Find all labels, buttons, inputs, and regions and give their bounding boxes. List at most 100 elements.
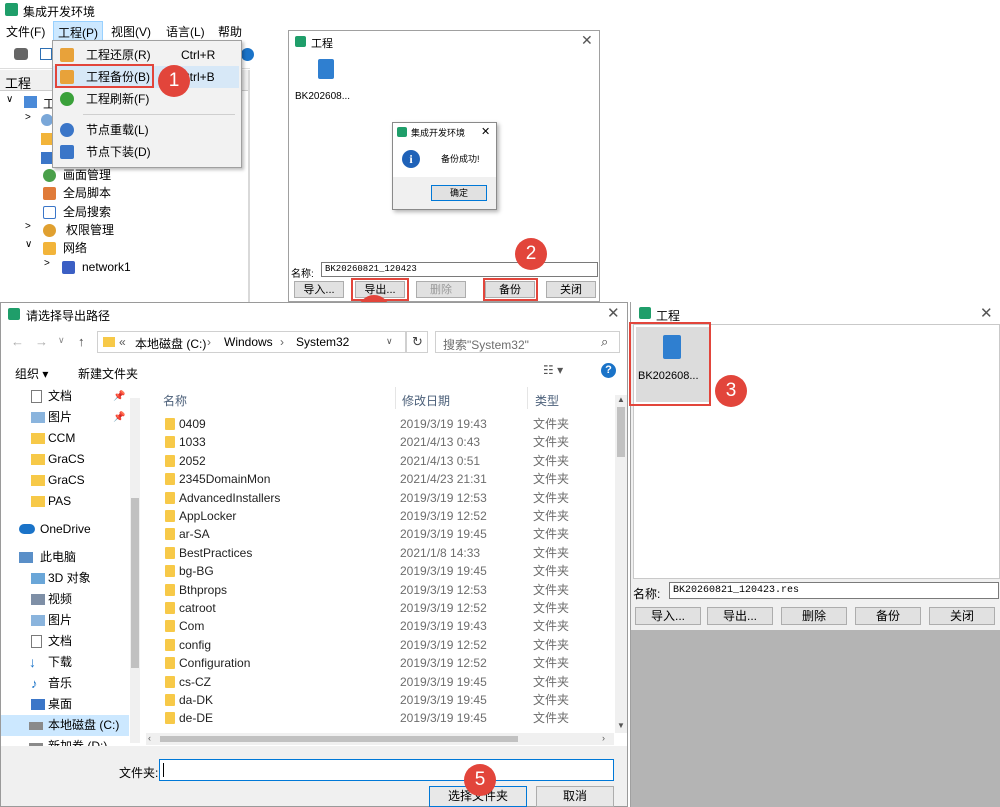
table-row[interactable]: 2345DomainMon 2021/4/23 21:31 文件夹 [159, 470, 625, 488]
folder-input[interactable] [159, 759, 614, 781]
expand-chevron-icon[interactable]: > [25, 112, 31, 123]
view-options-icon[interactable]: ☷ ▾ [543, 363, 563, 377]
table-row[interactable]: 1033 2021/4/13 0:43 文件夹 [159, 433, 625, 451]
scroll-right-icon[interactable]: › [602, 733, 605, 743]
nav-item-gracs-1[interactable]: GraCS [1, 449, 129, 470]
forward-arrow-icon[interactable]: → [35, 334, 48, 349]
menu-file[interactable]: 文件(F) [6, 23, 45, 40]
nav-item-desktop[interactable]: 桌面 [1, 694, 129, 715]
nav-item-local-disk[interactable]: 本地磁盘 (C:) [1, 715, 129, 736]
export-button[interactable]: 导出... [707, 607, 773, 625]
column-modified[interactable]: 修改日期 [402, 392, 450, 409]
table-row[interactable]: BestPractices 2021/1/8 14:33 文件夹 [159, 544, 625, 562]
table-row[interactable]: Com 2019/3/19 19:43 文件夹 [159, 617, 625, 635]
collapse-chevron-icon[interactable]: ∨ [6, 94, 13, 105]
scroll-up-icon[interactable]: ▲ [617, 395, 625, 404]
menu-language[interactable]: 语言(L) [166, 23, 205, 40]
menu-item-reload-node[interactable]: 节点重载(L) [53, 119, 239, 141]
close-icon[interactable]: ✕ [481, 125, 490, 138]
backup-file-label[interactable]: BK202608... [295, 91, 350, 102]
address-overflow[interactable]: « [119, 335, 126, 349]
nav-item-new-volume[interactable]: 新加卷 (D:) [1, 736, 129, 746]
nav-item-pictures-2[interactable]: 图片 [1, 610, 129, 631]
address-segment-windows[interactable]: Windows [224, 335, 273, 349]
nav-item-ccm[interactable]: CCM [1, 428, 129, 449]
close-icon[interactable]: ✕ [607, 304, 620, 322]
file-list-hscrollbar-thumb[interactable] [160, 736, 518, 742]
address-segment-system32[interactable]: System32 [296, 335, 349, 349]
file-list-scrollbar-thumb[interactable] [617, 407, 625, 457]
close-button[interactable]: 关闭 [546, 281, 596, 298]
name-input[interactable]: BK20260821_120423 [321, 262, 598, 277]
nav-scrollbar-thumb[interactable] [131, 498, 139, 668]
nav-scrollbar[interactable] [130, 398, 140, 743]
pin-icon[interactable]: 📌 [113, 407, 125, 428]
file-list-scrollbar[interactable]: ▲ ▼ [615, 395, 627, 733]
nav-item-onedrive[interactable]: OneDrive [1, 519, 129, 540]
close-button[interactable]: 关闭 [929, 607, 995, 625]
table-row[interactable]: 0409 2019/3/19 19:43 文件夹 [159, 415, 625, 433]
help-icon[interactable]: ? [601, 363, 616, 378]
nav-item-documents-2[interactable]: 文档 [1, 631, 129, 652]
table-icon[interactable] [40, 48, 52, 60]
scroll-left-icon[interactable]: ‹ [148, 733, 151, 743]
nav-item-documents[interactable]: 文档 📌 [1, 386, 129, 407]
delete-button[interactable]: 删除 [781, 607, 847, 625]
help-icon[interactable] [241, 48, 254, 61]
nav-item-music[interactable]: ♪ 音乐 [1, 673, 129, 694]
column-name[interactable]: 名称 [163, 392, 187, 409]
binoculars-icon[interactable] [14, 48, 28, 60]
refresh-button[interactable]: ↻ [406, 331, 428, 353]
nav-item-3d-objects[interactable]: 3D 对象 [1, 568, 129, 589]
new-folder-button[interactable]: 新建文件夹 [78, 365, 138, 382]
backup-file-icon[interactable] [318, 59, 334, 79]
search-box[interactable]: 搜索"System32" ⌕ [435, 331, 620, 353]
up-arrow-icon[interactable]: ↑ [78, 334, 85, 349]
column-type[interactable]: 类型 [535, 392, 559, 409]
nav-item-this-pc[interactable]: 此电脑 [1, 547, 129, 568]
nav-item-videos[interactable]: 视频 [1, 589, 129, 610]
address-dropdown-icon[interactable]: ∨ [386, 336, 393, 347]
close-icon[interactable]: ✕ [581, 32, 593, 49]
import-button[interactable]: 导入... [294, 281, 344, 298]
table-row[interactable]: da-DK 2019/3/19 19:45 文件夹 [159, 691, 625, 709]
table-row[interactable]: AdvancedInstallers 2019/3/19 12:53 文件夹 [159, 489, 625, 507]
cancel-button[interactable]: 取消 [536, 786, 614, 807]
collapse-chevron-icon[interactable]: ∨ [25, 239, 32, 250]
table-row[interactable]: bg-BG 2019/3/19 19:45 文件夹 [159, 562, 625, 580]
table-row[interactable]: catroot 2019/3/19 12:52 文件夹 [159, 599, 625, 617]
import-button[interactable]: 导入... [635, 607, 701, 625]
table-row[interactable]: 2052 2021/4/13 0:51 文件夹 [159, 452, 625, 470]
nav-item-gracs-2[interactable]: GraCS [1, 470, 129, 491]
menu-item-refresh[interactable]: 工程刷新(F) [53, 88, 239, 110]
table-row[interactable]: ar-SA 2019/3/19 19:45 文件夹 [159, 525, 625, 543]
expand-chevron-icon[interactable]: > [44, 258, 50, 269]
address-segment-drive[interactable]: 本地磁盘 (C:) [135, 335, 206, 352]
nav-item-pictures[interactable]: 图片 📌 [1, 407, 129, 428]
backup-button[interactable]: 备份 [855, 607, 921, 625]
ide-menubar: 文件(F) 工程(P) 视图(V) 语言(L) 帮助(H) [0, 20, 250, 54]
nav-item-downloads[interactable]: ↓ 下载 [1, 652, 129, 673]
pin-icon[interactable]: 📌 [113, 386, 125, 407]
table-row[interactable]: cs-CZ 2019/3/19 19:45 文件夹 [159, 673, 625, 691]
table-row[interactable]: AppLocker 2019/3/19 12:52 文件夹 [159, 507, 625, 525]
back-arrow-icon[interactable]: ← [11, 334, 24, 349]
menu-view[interactable]: 视图(V) [111, 23, 151, 40]
table-row[interactable]: de-DE 2019/3/19 19:45 文件夹 [159, 709, 625, 727]
table-row[interactable]: config 2019/3/19 12:52 文件夹 [159, 636, 625, 654]
scroll-down-icon[interactable]: ▼ [617, 721, 625, 730]
menu-item-restore[interactable]: 工程还原(R) Ctrl+R [53, 44, 239, 66]
panel-scrollbar[interactable] [248, 70, 250, 303]
ok-button[interactable]: 确定 [431, 185, 487, 201]
file-list-hscrollbar[interactable]: ‹ › [146, 733, 614, 745]
expand-chevron-icon[interactable]: > [25, 221, 31, 232]
menu-item-download-node[interactable]: 节点下装(D) [53, 141, 239, 163]
address-bar[interactable]: « 本地磁盘 (C:) › Windows › System32 ∨ [97, 331, 406, 353]
nav-item-pas[interactable]: PAS [1, 491, 129, 512]
name-input[interactable]: BK20260821_120423.res [669, 582, 999, 599]
close-icon[interactable]: ✕ [980, 304, 993, 322]
table-row[interactable]: Configuration 2019/3/19 12:52 文件夹 [159, 654, 625, 672]
recent-chevron-icon[interactable]: ∨ [58, 335, 65, 346]
organize-button[interactable]: 组织 ▾ [15, 365, 48, 382]
table-row[interactable]: Bthprops 2019/3/19 12:53 文件夹 [159, 581, 625, 599]
